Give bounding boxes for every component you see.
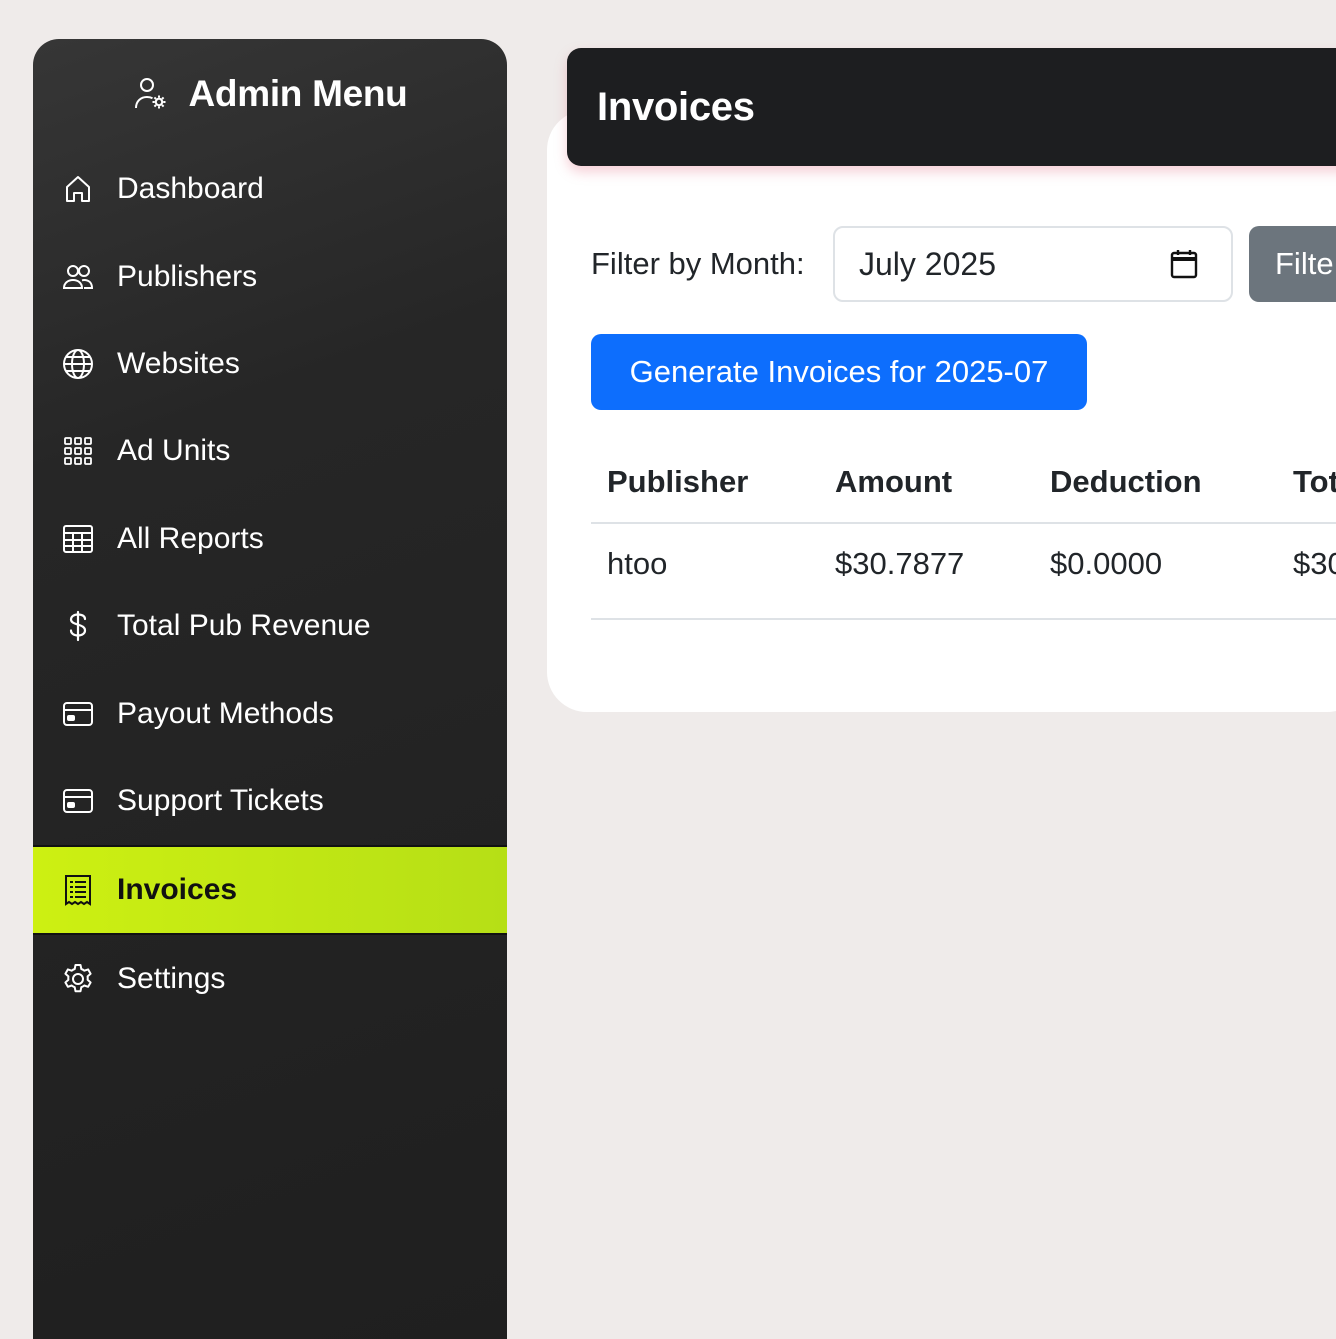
sidebar-item-websites[interactable]: Websites: [33, 321, 507, 407]
sidebar-item-label: Payout Methods: [117, 697, 334, 730]
cell-deduction: $0.0000: [1050, 546, 1163, 581]
sidebar-item-publishers[interactable]: Publishers: [33, 234, 507, 320]
sidebar-item-label: Websites: [117, 347, 240, 380]
cell-publisher: htoo: [607, 546, 668, 581]
user-gear-icon: [133, 76, 169, 112]
filter-month-label: Filter by Month:: [591, 246, 805, 281]
generate-invoices-button[interactable]: Generate Invoices for 2025-07: [591, 334, 1087, 410]
sidebar-item-label: All Reports: [117, 522, 264, 555]
column-header-deduction: Deduction: [1050, 464, 1202, 499]
sidebar-item-ad-units[interactable]: Ad Units: [33, 408, 507, 494]
sidebar-item-label: Support Tickets: [117, 784, 324, 817]
sidebar-header: Admin Menu: [33, 69, 507, 119]
sidebar-item-all-reports[interactable]: All Reports: [33, 496, 507, 582]
people-icon: [62, 261, 94, 293]
column-header-amount: Amount: [835, 464, 953, 499]
sidebar-item-dashboard[interactable]: Dashboard: [33, 146, 507, 232]
page-title: Invoices: [597, 84, 755, 129]
sidebar-item-label: Dashboard: [117, 172, 264, 205]
receipt-icon: [62, 874, 94, 906]
content-card: [547, 110, 1336, 712]
gear-icon: [62, 963, 94, 995]
sidebar-item-settings[interactable]: Settings: [33, 936, 507, 1022]
calendar-icon[interactable]: [1169, 248, 1201, 282]
sidebar: Admin Menu Dashboard Publishers Websites…: [33, 39, 507, 1339]
globe-icon: [62, 348, 94, 380]
page-header: Invoices: [567, 48, 1336, 166]
cell-total: $30: [1293, 546, 1336, 581]
sidebar-item-label: Total Pub Revenue: [117, 609, 371, 642]
filter-button[interactable]: Filte: [1249, 226, 1336, 302]
table-row-divider: [591, 618, 1336, 620]
grid-icon: [62, 435, 94, 467]
sidebar-title: Admin Menu: [188, 73, 408, 114]
sidebar-item-label: Ad Units: [117, 434, 231, 467]
sidebar-item-payout-methods[interactable]: Payout Methods: [33, 671, 507, 757]
table-header-divider: [591, 522, 1336, 524]
column-header-publisher: Publisher: [607, 464, 749, 499]
table-icon: [62, 523, 94, 555]
house-icon: [62, 173, 94, 205]
month-input[interactable]: July 2025: [833, 226, 1233, 302]
sidebar-item-label: Invoices: [117, 873, 238, 906]
sidebar-item-total-pub-revenue[interactable]: Total Pub Revenue: [33, 583, 507, 669]
sidebar-item-label: Publishers: [117, 260, 258, 293]
month-input-value: July 2025: [859, 245, 996, 282]
cell-amount: $30.7877: [835, 546, 965, 581]
sidebar-item-support-tickets[interactable]: Support Tickets: [33, 758, 507, 844]
dollar-icon: [62, 610, 94, 642]
sidebar-item-label: Settings: [117, 962, 226, 995]
credit-card-icon: [62, 698, 94, 730]
column-header-total: Tot: [1293, 464, 1336, 499]
credit-card-icon: [62, 785, 94, 817]
sidebar-item-invoices[interactable]: Invoices: [33, 845, 507, 935]
